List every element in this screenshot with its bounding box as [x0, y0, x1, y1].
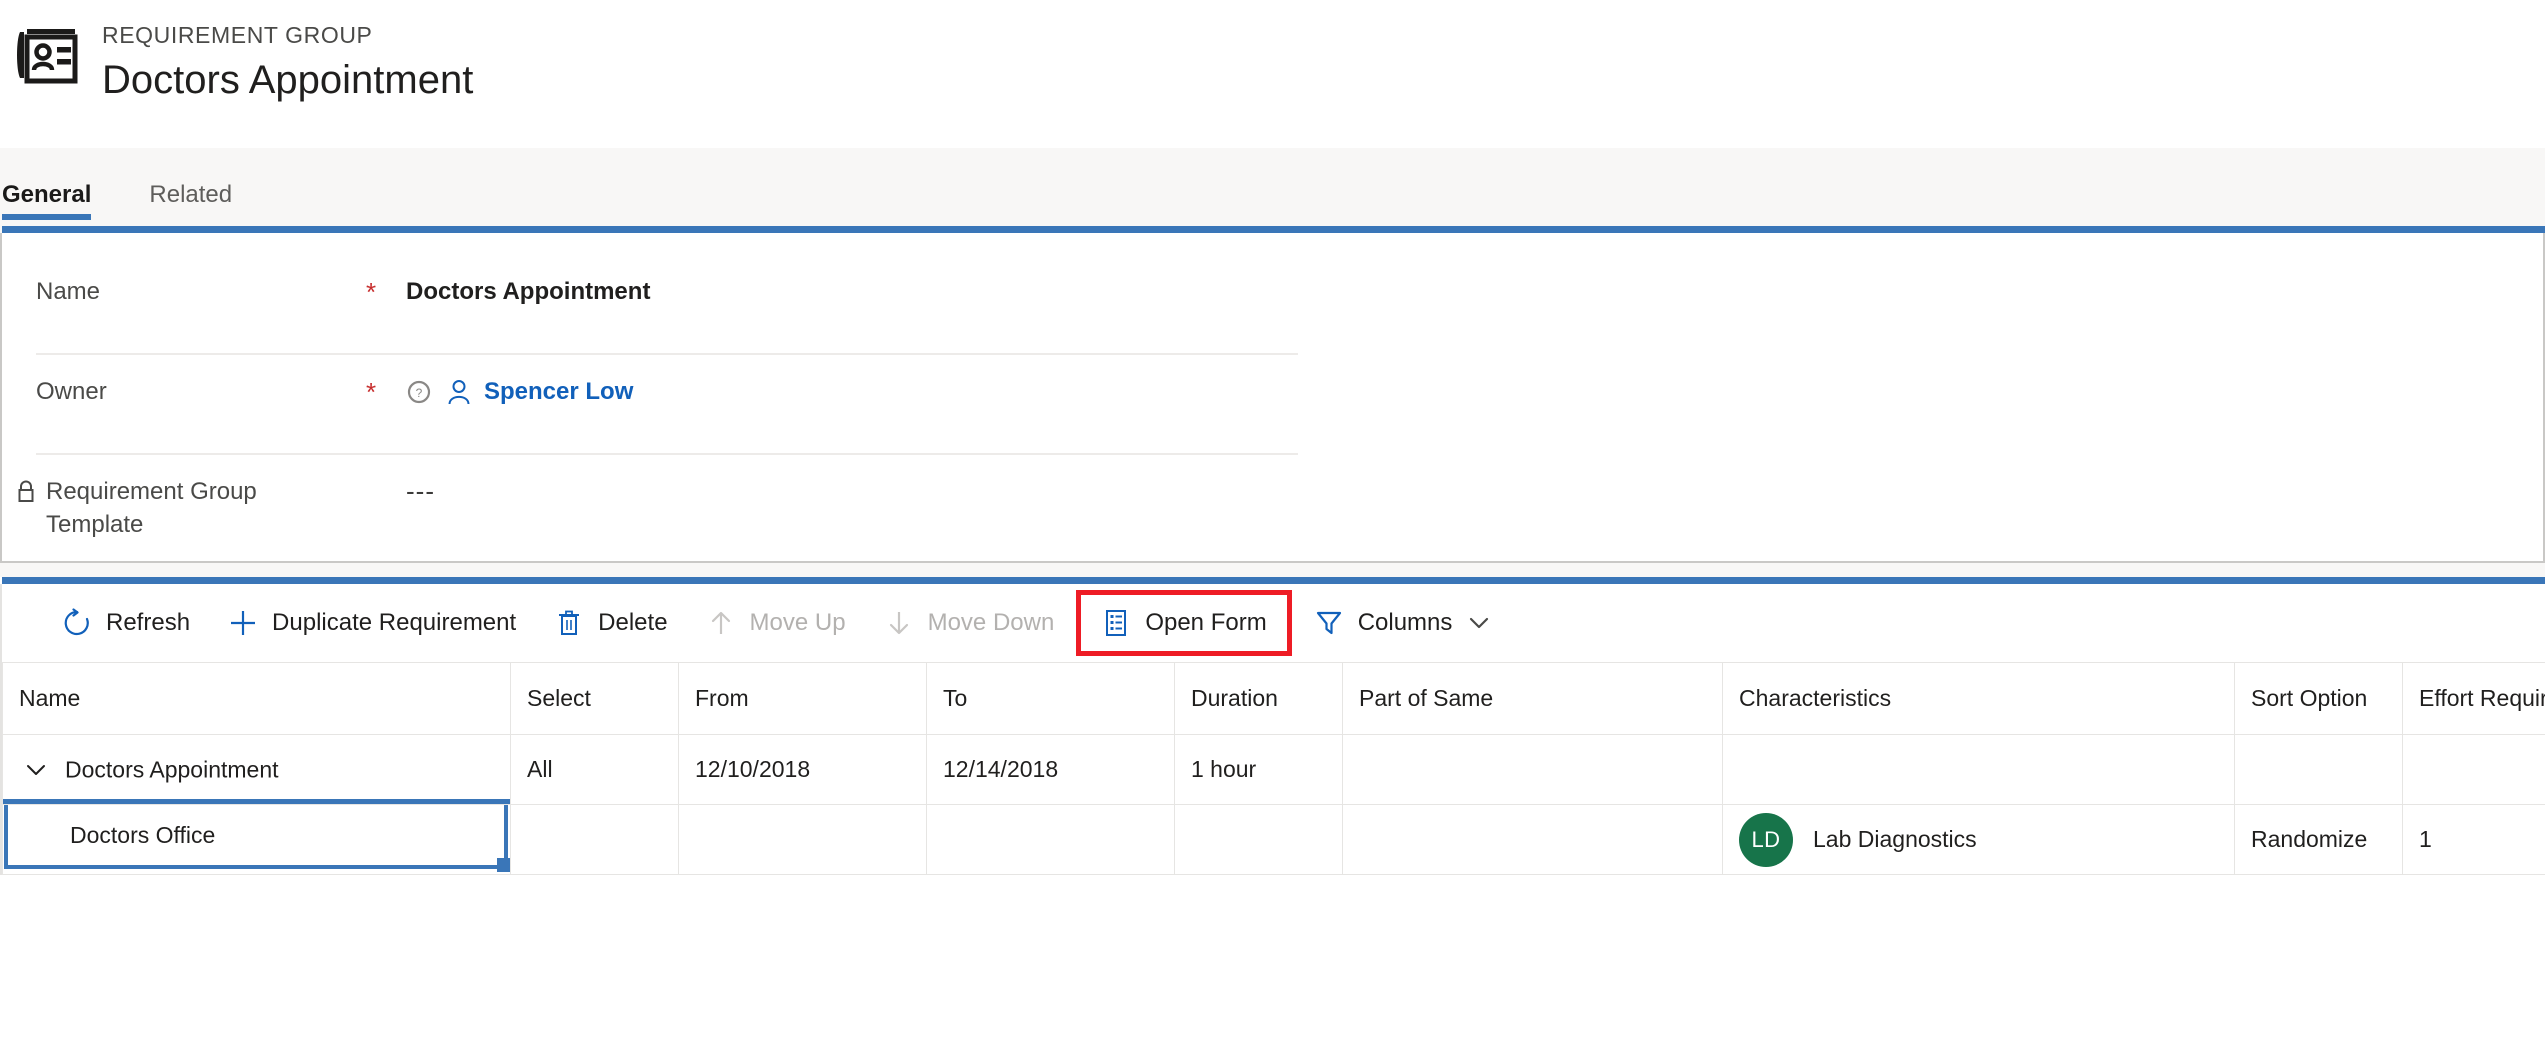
field-label-name: Name: [36, 267, 366, 308]
duplicate-requirement-button-label: Duplicate Requirement: [272, 609, 517, 636]
column-header-name[interactable]: Name: [2, 662, 511, 735]
column-header-sort-option[interactable]: Sort Option: [2234, 662, 2403, 735]
form-field-name: Name * Doctors Appointment: [36, 255, 1298, 355]
column-header-from[interactable]: From: [678, 662, 927, 735]
field-label-name-text: Name: [36, 278, 101, 305]
contact-card-icon: [14, 22, 80, 88]
column-header-to[interactable]: To: [926, 662, 1175, 735]
form-field-owner: Owner * ? Spencer Low: [36, 355, 1298, 455]
table-row[interactable]: Doctors Appointment All 12/10/2018 12/14…: [2, 734, 2545, 805]
cell-sort-option[interactable]: [2234, 734, 2403, 805]
columns-button-label: Columns: [1357, 609, 1453, 636]
info-circle-icon[interactable]: ?: [406, 379, 432, 405]
owner-lookup-link[interactable]: Spencer Low: [484, 375, 633, 408]
cell-name-parent-text: Doctors Appointment: [65, 756, 279, 782]
fill-handle[interactable]: [497, 858, 510, 872]
cell-name-child-text: Doctors Office: [70, 821, 216, 848]
cell-characteristics[interactable]: LD Lab Diagnostics: [1722, 804, 2235, 875]
refresh-button-label: Refresh: [106, 609, 191, 636]
required-marker-name: *: [366, 277, 377, 307]
move-down-button: Move Down: [868, 592, 1071, 654]
command-bar: Refresh Duplicate Requirement Delete Mov…: [0, 584, 2545, 662]
table-header-row: Name Select From To Duration Part of Sam…: [2, 662, 2545, 735]
field-value-requirement-group-template: ---: [406, 467, 435, 508]
move-up-button-label: Move Up: [749, 609, 846, 636]
field-value-owner: ? Spencer Low: [406, 367, 633, 408]
required-marker-requirement-group-template: [366, 467, 406, 477]
move-down-button-label: Move Down: [927, 609, 1055, 636]
cell-characteristics-text: Lab Diagnostics: [1813, 826, 1977, 852]
grid-accent-bar: [2, 577, 2545, 584]
filter-funnel-icon: [1314, 608, 1344, 638]
field-label-requirement-group-template: Requirement Group Template: [18, 467, 366, 541]
open-form-button[interactable]: Open Form: [1076, 590, 1292, 656]
avatar: LD: [1739, 812, 1793, 867]
field-label-owner-text: Owner: [36, 378, 107, 405]
cell-effort-required[interactable]: 1: [2402, 804, 2545, 875]
arrow-down-icon: [884, 608, 914, 638]
svg-text:?: ?: [416, 386, 423, 400]
field-value-name[interactable]: Doctors Appointment: [406, 267, 650, 308]
delete-button[interactable]: Delete: [538, 592, 683, 654]
cell-part-of-same[interactable]: [1342, 734, 1723, 805]
page-header: REQUIREMENT GROUP Doctors Appointment: [0, 0, 2545, 148]
delete-button-label: Delete: [598, 609, 668, 636]
cell-to[interactable]: 12/14/2018: [926, 734, 1175, 805]
cell-part-of-same[interactable]: [1342, 804, 1723, 875]
tab-general[interactable]: General: [0, 180, 115, 226]
column-header-duration[interactable]: Duration: [1174, 662, 1343, 735]
columns-button[interactable]: Columns: [1298, 592, 1509, 654]
form-section: Name * Doctors Appointment Owner * ? Spe…: [0, 226, 2545, 577]
cell-name-parent[interactable]: Doctors Appointment: [2, 734, 511, 805]
plus-icon: [228, 608, 258, 638]
lock-icon: [14, 479, 38, 505]
duplicate-requirement-button[interactable]: Duplicate Requirement: [212, 592, 532, 654]
field-label-requirement-group-template-text: Requirement Group Template: [46, 478, 257, 538]
chevron-down-icon[interactable]: [1466, 610, 1492, 636]
arrow-up-icon: [706, 608, 736, 638]
trash-icon: [554, 608, 584, 638]
requirements-grid: Name Select From To Duration Part of Sam…: [0, 662, 2545, 875]
entity-type-label: REQUIREMENT GROUP: [102, 22, 373, 48]
requirements-table: Name Select From To Duration Part of Sam…: [2, 662, 2545, 875]
cell-characteristics[interactable]: [1722, 734, 2235, 805]
form-list-icon: [1101, 608, 1131, 638]
cell-sort-option[interactable]: Randomize: [2234, 804, 2403, 875]
cell-select[interactable]: All: [510, 734, 679, 805]
cell-duration[interactable]: 1 hour: [1174, 734, 1343, 805]
form-field-requirement-group-template: Requirement Group Template ---: [18, 455, 1298, 555]
empty-value-dashes: ---: [406, 476, 435, 506]
form-card: Name * Doctors Appointment Owner * ? Spe…: [0, 233, 2545, 563]
form-accent-bar: [2, 226, 2545, 233]
person-icon: [444, 377, 474, 407]
page-title: Doctors Appointment: [102, 58, 474, 102]
field-label-owner: Owner: [36, 367, 366, 408]
cell-to[interactable]: [926, 804, 1175, 875]
cell-from[interactable]: [678, 804, 927, 875]
refresh-icon: [62, 608, 92, 638]
table-row[interactable]: Doctors Office LD Lab Diagnostics Random…: [2, 804, 2545, 875]
cell-duration[interactable]: [1174, 804, 1343, 875]
column-header-effort-required[interactable]: Effort Require: [2402, 662, 2545, 735]
required-marker-owner: *: [366, 377, 377, 407]
refresh-button[interactable]: Refresh: [46, 592, 206, 654]
open-form-button-label: Open Form: [1145, 609, 1267, 636]
name-cell-editor[interactable]: Doctors Office: [4, 805, 510, 872]
cell-from[interactable]: 12/10/2018: [678, 734, 927, 805]
tab-related[interactable]: Related: [115, 180, 256, 226]
column-header-select[interactable]: Select: [510, 662, 679, 735]
cell-effort-required[interactable]: [2402, 734, 2545, 805]
cell-name-child[interactable]: Doctors Office: [2, 804, 511, 875]
chevron-down-icon[interactable]: [19, 753, 53, 787]
form-tab-strip: General Related: [0, 148, 2545, 226]
move-up-button: Move Up: [690, 592, 862, 654]
column-header-characteristics[interactable]: Characteristics: [1722, 662, 2235, 735]
cell-select[interactable]: [510, 804, 679, 875]
column-header-part-of-same[interactable]: Part of Same: [1342, 662, 1723, 735]
